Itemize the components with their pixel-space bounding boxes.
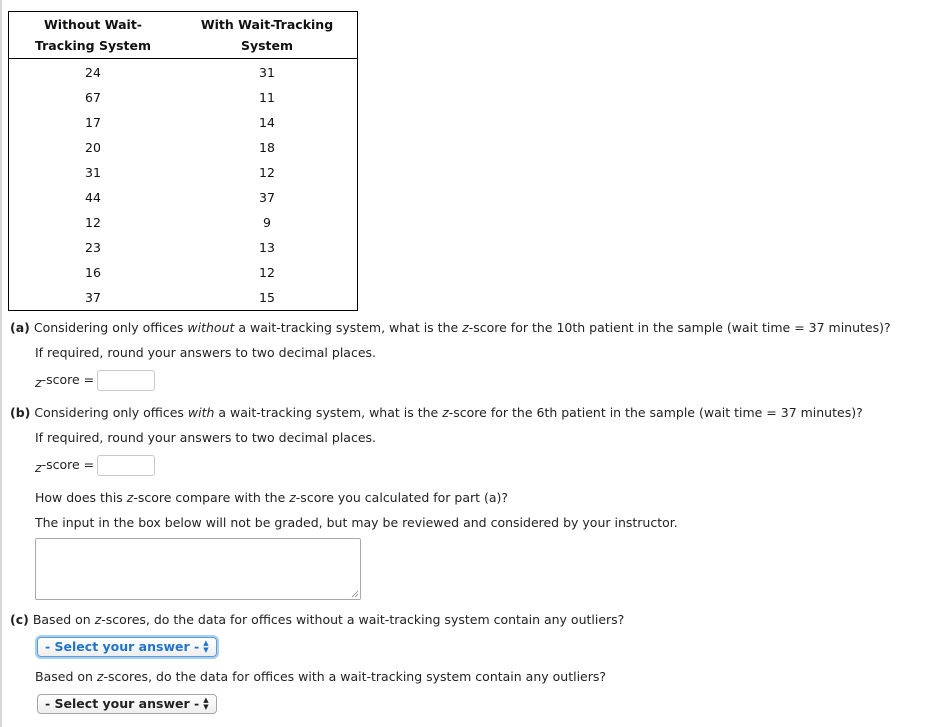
part-b-z-score-input[interactable]: [97, 455, 155, 476]
cell-without-tracking: 23: [85, 240, 101, 255]
cell-with-tracking: 31: [259, 65, 275, 80]
cell-without-tracking: 20: [85, 140, 101, 155]
select-arrows-icon: ▲ ▼: [203, 639, 209, 654]
table-row: 20 18: [9, 135, 358, 160]
cell-with-tracking: 12: [259, 265, 275, 280]
table-row: 44 37: [9, 185, 358, 210]
part-a-z-score-label: z-score =: [35, 372, 95, 390]
table-row: 23 13: [9, 235, 358, 260]
cell-without-tracking: 24: [85, 65, 101, 80]
table-body: 24 31 67 11 17 14 20 18 31 12 44 37 12 9 23 13 16 12 37 15: [9, 59, 358, 311]
ungraded-note: The input in the box below will not be g…: [35, 515, 678, 530]
part-c-question-2: Based on z-scores, do the data for offic…: [35, 669, 607, 684]
cell-without-tracking: 44: [85, 190, 101, 205]
page-left-border: [0, 0, 2, 727]
part-b-rounding-note: If required, round your answers to two d…: [35, 430, 376, 445]
wait-time-table: Without Wait- Tracking System With Wait-…: [8, 11, 358, 311]
part-b-label: (b): [10, 405, 31, 420]
header-with-tracking: With Wait-Tracking System: [177, 11, 358, 59]
cell-without-tracking: 37: [85, 290, 101, 305]
part-a-z-score-input[interactable]: [97, 370, 155, 391]
header-without-tracking: Without Wait- Tracking System: [8, 11, 177, 59]
part-b-z-score-label: z-score =: [35, 457, 95, 475]
cell-without-tracking: 17: [85, 115, 101, 130]
cell-without-tracking: 67: [85, 90, 101, 105]
cell-with-tracking: 11: [259, 90, 275, 105]
part-b-question: (b) Considering only offices with a wait…: [10, 405, 863, 420]
select-arrows-icon: ▲ ▼: [203, 696, 209, 711]
outliers-without-tracking-select[interactable]: - Select your answer - ▲ ▼: [37, 637, 217, 657]
cell-without-tracking: 16: [85, 265, 101, 280]
resize-grip-icon[interactable]: [351, 590, 358, 597]
cell-without-tracking: 31: [85, 165, 101, 180]
part-b-compare-question: How does this z-score compare with the z…: [35, 490, 509, 505]
cell-with-tracking: 14: [259, 115, 275, 130]
table-row: 67 11: [9, 85, 358, 110]
table-row: 12 9: [9, 210, 358, 235]
cell-without-tracking: 12: [85, 215, 101, 230]
table-row: 24 31: [9, 59, 358, 86]
outliers-with-tracking-select[interactable]: - Select your answer - ▲ ▼: [37, 694, 217, 714]
table-row: 16 12: [9, 260, 358, 285]
table-row: 17 14: [9, 110, 358, 135]
comparison-comment-textarea[interactable]: [35, 538, 361, 600]
table-header-row: Without Wait- Tracking System With Wait-…: [8, 11, 358, 59]
part-a-rounding-note: If required, round your answers to two d…: [35, 345, 376, 360]
cell-with-tracking: 13: [259, 240, 275, 255]
cell-with-tracking: 37: [259, 190, 275, 205]
part-c-label: (c): [10, 612, 29, 627]
table-row: 31 12: [9, 160, 358, 185]
cell-with-tracking: 15: [259, 290, 275, 305]
part-c-question-1: (c) Based on z-scores, do the data for o…: [10, 612, 625, 627]
cell-with-tracking: 18: [259, 140, 275, 155]
part-a-question: (a) Considering only offices without a w…: [10, 320, 891, 335]
table-row: 37 15: [9, 285, 358, 311]
part-a-label: (a): [10, 320, 30, 335]
cell-with-tracking: 9: [263, 215, 271, 230]
cell-with-tracking: 12: [259, 165, 275, 180]
